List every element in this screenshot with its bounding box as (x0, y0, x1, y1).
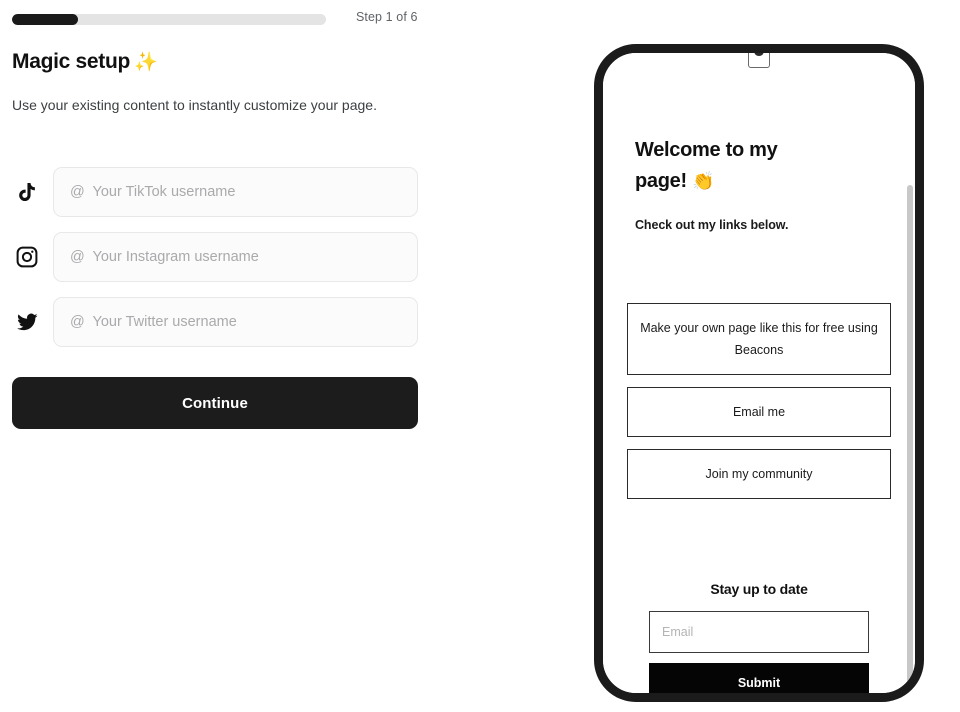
phone-preview-frame: Welcome to my page! 👏 Check out my links… (594, 44, 924, 702)
social-row-twitter (12, 295, 422, 360)
social-fields-list (12, 165, 422, 360)
phone-notch (748, 53, 770, 68)
page-title: Magic setup ✨ (12, 50, 158, 74)
preview-bio-title: Welcome to my page! 👏 (635, 135, 825, 197)
twitter-username-input[interactable] (53, 297, 418, 347)
instagram-icon (14, 244, 40, 270)
page-title-text: Magic setup (12, 50, 131, 73)
preview-links-list: Make your own page like this for free us… (627, 303, 891, 511)
sparkles-icon: ✨ (134, 52, 158, 73)
phone-screen: Welcome to my page! 👏 Check out my links… (603, 53, 915, 693)
tiktok-username-input[interactable] (53, 167, 418, 217)
social-row-instagram (12, 230, 422, 295)
progress-bar-fill (12, 14, 78, 25)
newsletter-title: Stay up to date (710, 581, 808, 597)
preview-newsletter: Stay up to date Submit (627, 581, 891, 693)
preview-content: Welcome to my page! 👏 Check out my links… (603, 53, 915, 693)
link-card[interactable]: Email me (627, 387, 891, 437)
continue-button[interactable]: Continue (12, 377, 418, 429)
link-card[interactable]: Make your own page like this for free us… (627, 303, 891, 375)
link-card[interactable]: Join my community (627, 449, 891, 499)
social-row-tiktok (12, 165, 422, 230)
setup-panel: Step 1 of 6 Magic setup ✨ Use your existi… (0, 0, 470, 712)
instagram-username-input[interactable] (53, 232, 418, 282)
front-camera-icon (754, 53, 764, 56)
page-subtitle: Use your existing content to instantly c… (12, 97, 377, 113)
newsletter-submit-button[interactable]: Submit (649, 663, 869, 693)
preview-scrollbar[interactable] (907, 185, 913, 685)
twitter-icon (14, 309, 40, 335)
progress-row: Step 1 of 6 (12, 10, 432, 30)
preview-bio-subtitle: Check out my links below. (635, 218, 789, 232)
tiktok-icon (14, 179, 40, 205)
newsletter-email-input[interactable] (649, 611, 869, 653)
clapping-hands-icon: 👏 (692, 171, 715, 191)
progress-bar-track (12, 14, 326, 25)
progress-step-label: Step 1 of 6 (356, 10, 418, 24)
